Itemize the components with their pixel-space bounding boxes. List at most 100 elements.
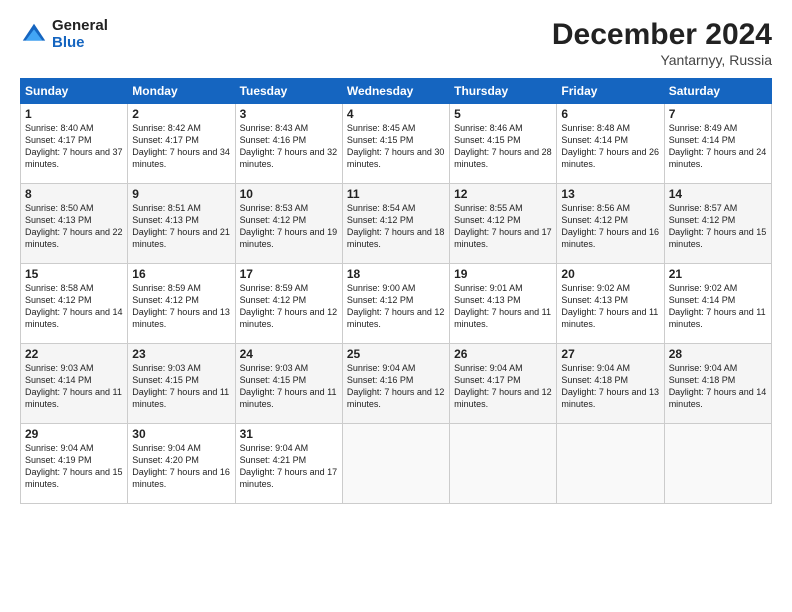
day-info: Sunrise: 9:04 AMSunset: 4:18 PMDaylight:… xyxy=(561,363,659,409)
day-info: Sunrise: 8:58 AMSunset: 4:12 PMDaylight:… xyxy=(25,283,123,329)
col-monday: Monday xyxy=(128,79,235,104)
day-number: 28 xyxy=(669,347,767,361)
day-number: 25 xyxy=(347,347,445,361)
calendar-cell: 12 Sunrise: 8:55 AMSunset: 4:12 PMDayligh… xyxy=(450,184,557,264)
calendar-cell: 11Sunrise: 8:54 AMSunset: 4:12 PMDayligh… xyxy=(342,184,449,264)
day-number: 23 xyxy=(132,347,230,361)
day-number: 16 xyxy=(132,267,230,281)
day-info: Sunrise: 8:53 AMSunset: 4:12 PMDaylight:… xyxy=(240,203,338,249)
day-info: Sunrise: 9:04 AMSunset: 4:16 PMDaylight:… xyxy=(347,363,445,409)
calendar-cell: 1 Sunrise: 8:40 AMSunset: 4:17 PMDaylight… xyxy=(21,104,128,184)
day-info: Sunrise: 9:04 AMSunset: 4:21 PMDaylight:… xyxy=(240,443,338,489)
calendar-cell: 26 Sunrise: 9:04 AMSunset: 4:17 PMDayligh… xyxy=(450,344,557,424)
title-block: December 2024 Yantarnyy, Russia xyxy=(552,18,772,68)
day-info: Sunrise: 9:03 AMSunset: 4:15 PMDaylight:… xyxy=(132,363,229,409)
calendar-cell: 21 Sunrise: 9:02 AMSunset: 4:14 PMDayligh… xyxy=(664,264,771,344)
calendar-cell: 28 Sunrise: 9:04 AMSunset: 4:18 PMDayligh… xyxy=(664,344,771,424)
day-info: Sunrise: 9:03 AMSunset: 4:14 PMDaylight:… xyxy=(25,363,122,409)
calendar-cell xyxy=(342,424,449,504)
day-info: Sunrise: 8:59 AMSunset: 4:12 PMDaylight:… xyxy=(240,283,338,329)
day-number: 31 xyxy=(240,427,338,441)
day-info: Sunrise: 9:04 AMSunset: 4:17 PMDaylight:… xyxy=(454,363,552,409)
day-number: 11 xyxy=(347,187,445,201)
day-info: Sunrise: 9:02 AMSunset: 4:14 PMDaylight:… xyxy=(669,283,766,329)
calendar-cell xyxy=(450,424,557,504)
logo-general: General xyxy=(52,18,108,35)
day-number: 20 xyxy=(561,267,659,281)
day-info: Sunrise: 9:03 AMSunset: 4:15 PMDaylight:… xyxy=(240,363,337,409)
day-number: 6 xyxy=(561,107,659,121)
day-info: Sunrise: 8:55 AMSunset: 4:12 PMDaylight:… xyxy=(454,203,552,249)
calendar-cell: 24Sunrise: 9:03 AMSunset: 4:15 PMDayligh… xyxy=(235,344,342,424)
day-info: Sunrise: 9:01 AMSunset: 4:13 PMDaylight:… xyxy=(454,283,551,329)
day-number: 5 xyxy=(454,107,552,121)
calendar-cell: 22Sunrise: 9:03 AMSunset: 4:14 PMDayligh… xyxy=(21,344,128,424)
day-number: 19 xyxy=(454,267,552,281)
calendar-cell: 15 Sunrise: 8:58 AMSunset: 4:12 PMDayligh… xyxy=(21,264,128,344)
calendar-week-4: 22Sunrise: 9:03 AMSunset: 4:14 PMDayligh… xyxy=(21,344,772,424)
day-number: 1 xyxy=(25,107,123,121)
calendar-cell: 25 Sunrise: 9:04 AMSunset: 4:16 PMDayligh… xyxy=(342,344,449,424)
day-info: Sunrise: 9:02 AMSunset: 4:13 PMDaylight:… xyxy=(561,283,658,329)
day-info: Sunrise: 8:49 AMSunset: 4:14 PMDaylight:… xyxy=(669,123,767,169)
calendar-cell: 29 Sunrise: 9:04 AMSunset: 4:19 PMDayligh… xyxy=(21,424,128,504)
day-number: 14 xyxy=(669,187,767,201)
day-number: 15 xyxy=(25,267,123,281)
calendar-subtitle: Yantarnyy, Russia xyxy=(552,52,772,68)
logo-icon xyxy=(20,21,48,49)
day-info: Sunrise: 8:46 AMSunset: 4:15 PMDaylight:… xyxy=(454,123,552,169)
day-info: Sunrise: 8:59 AMSunset: 4:12 PMDaylight:… xyxy=(132,283,230,329)
day-info: Sunrise: 9:04 AMSunset: 4:19 PMDaylight:… xyxy=(25,443,123,489)
calendar-cell: 14Sunrise: 8:57 AMSunset: 4:12 PMDayligh… xyxy=(664,184,771,264)
day-number: 12 xyxy=(454,187,552,201)
calendar-cell: 30 Sunrise: 9:04 AMSunset: 4:20 PMDayligh… xyxy=(128,424,235,504)
calendar-cell: 8 Sunrise: 8:50 AMSunset: 4:13 PMDaylight… xyxy=(21,184,128,264)
calendar-title: December 2024 xyxy=(552,18,772,52)
day-number: 10 xyxy=(240,187,338,201)
day-number: 3 xyxy=(240,107,338,121)
calendar-cell: 4 Sunrise: 8:45 AMSunset: 4:15 PMDaylight… xyxy=(342,104,449,184)
calendar-cell: 16 Sunrise: 8:59 AMSunset: 4:12 PMDayligh… xyxy=(128,264,235,344)
day-info: Sunrise: 8:50 AMSunset: 4:13 PMDaylight:… xyxy=(25,203,123,249)
day-number: 27 xyxy=(561,347,659,361)
day-info: Sunrise: 8:42 AMSunset: 4:17 PMDaylight:… xyxy=(132,123,230,169)
col-sunday: Sunday xyxy=(21,79,128,104)
calendar-cell: 23 Sunrise: 9:03 AMSunset: 4:15 PMDayligh… xyxy=(128,344,235,424)
col-thursday: Thursday xyxy=(450,79,557,104)
day-info: Sunrise: 9:04 AMSunset: 4:18 PMDaylight:… xyxy=(669,363,767,409)
calendar-cell: 9 Sunrise: 8:51 AMSunset: 4:13 PMDaylight… xyxy=(128,184,235,264)
calendar-cell: 3 Sunrise: 8:43 AMSunset: 4:16 PMDaylight… xyxy=(235,104,342,184)
day-number: 30 xyxy=(132,427,230,441)
calendar-cell: 13Sunrise: 8:56 AMSunset: 4:12 PMDayligh… xyxy=(557,184,664,264)
calendar-cell: 19 Sunrise: 9:01 AMSunset: 4:13 PMDayligh… xyxy=(450,264,557,344)
col-tuesday: Tuesday xyxy=(235,79,342,104)
day-number: 8 xyxy=(25,187,123,201)
day-info: Sunrise: 9:00 AMSunset: 4:12 PMDaylight:… xyxy=(347,283,445,329)
calendar-cell: 2 Sunrise: 8:42 AMSunset: 4:17 PMDaylight… xyxy=(128,104,235,184)
day-number: 21 xyxy=(669,267,767,281)
day-info: Sunrise: 8:45 AMSunset: 4:15 PMDaylight:… xyxy=(347,123,445,169)
calendar-week-3: 15 Sunrise: 8:58 AMSunset: 4:12 PMDayligh… xyxy=(21,264,772,344)
day-info: Sunrise: 8:51 AMSunset: 4:13 PMDaylight:… xyxy=(132,203,230,249)
day-number: 2 xyxy=(132,107,230,121)
page: General Blue December 2024 Yantarnyy, Ru… xyxy=(0,0,792,612)
logo-blue: Blue xyxy=(52,35,108,52)
calendar-cell: 5 Sunrise: 8:46 AMSunset: 4:15 PMDaylight… xyxy=(450,104,557,184)
day-number: 29 xyxy=(25,427,123,441)
day-info: Sunrise: 8:43 AMSunset: 4:16 PMDaylight:… xyxy=(240,123,338,169)
calendar-cell: 20 Sunrise: 9:02 AMSunset: 4:13 PMDayligh… xyxy=(557,264,664,344)
logo-text: General Blue xyxy=(52,18,108,51)
day-info: Sunrise: 9:04 AMSunset: 4:20 PMDaylight:… xyxy=(132,443,230,489)
calendar-week-2: 8 Sunrise: 8:50 AMSunset: 4:13 PMDaylight… xyxy=(21,184,772,264)
day-info: Sunrise: 8:56 AMSunset: 4:12 PMDaylight:… xyxy=(561,203,659,249)
header-row: Sunday Monday Tuesday Wednesday Thursday… xyxy=(21,79,772,104)
day-info: Sunrise: 8:40 AMSunset: 4:17 PMDaylight:… xyxy=(25,123,123,169)
day-number: 4 xyxy=(347,107,445,121)
calendar-week-1: 1 Sunrise: 8:40 AMSunset: 4:17 PMDaylight… xyxy=(21,104,772,184)
calendar-cell: 7Sunrise: 8:49 AMSunset: 4:14 PMDaylight… xyxy=(664,104,771,184)
day-number: 26 xyxy=(454,347,552,361)
calendar-cell: 17 Sunrise: 8:59 AMSunset: 4:12 PMDayligh… xyxy=(235,264,342,344)
header: General Blue December 2024 Yantarnyy, Ru… xyxy=(20,18,772,68)
day-number: 9 xyxy=(132,187,230,201)
day-number: 17 xyxy=(240,267,338,281)
